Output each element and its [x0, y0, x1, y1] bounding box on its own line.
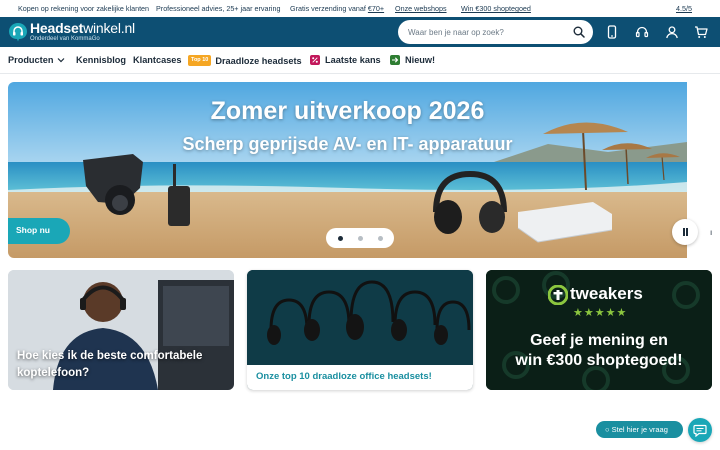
- top10-badge: Top 10: [188, 55, 212, 66]
- headsets-lineup-image: [247, 270, 473, 365]
- carousel-pause-button[interactable]: [672, 219, 698, 245]
- carousel-dot-2[interactable]: [358, 236, 363, 241]
- search-bar: [398, 20, 593, 44]
- chat-prompt-pill[interactable]: ○ Stel hier je vraag: [596, 421, 683, 438]
- search-icon[interactable]: [573, 26, 585, 38]
- main-nav: Producten Kennisblog Klantcases Top 10 D…: [0, 47, 720, 74]
- site-logo[interactable]: Headsetwinkel.nl Onderdeel van KommaGo: [8, 20, 138, 44]
- arrow-right-icon: [390, 55, 400, 65]
- tweakers-logo-icon: [548, 285, 568, 305]
- logo-subtitle: Onderdeel van KommaGo: [30, 36, 100, 42]
- tweakers-brand: tweakers: [570, 284, 643, 303]
- carousel-dot-1[interactable]: [338, 236, 343, 241]
- nav-wireless-headsets[interactable]: Top 10 Draadloze headsets: [188, 55, 302, 66]
- logo-name: Headsetwinkel.nl: [30, 20, 135, 36]
- topbar-contest-link[interactable]: Win €300 shoptegoed: [461, 4, 531, 13]
- card3-line1: Geef je mening en: [530, 332, 668, 349]
- carousel-dots: [326, 228, 394, 248]
- nav-products-label: Producten: [8, 55, 54, 65]
- topbar-shipping-text: Gratis verzending vanaf: [290, 4, 368, 13]
- logo-name-bold: Headset: [30, 20, 84, 36]
- carousel-next-hint[interactable]: ı: [710, 228, 712, 237]
- headset-icon[interactable]: [635, 25, 649, 39]
- chat-label: Stel hier je vraag: [611, 425, 668, 434]
- cart-icon[interactable]: [694, 25, 708, 39]
- topbar-webshops-link[interactable]: Onze webshops: [395, 4, 447, 13]
- card2-caption-bar: Onze top 10 draadloze office headsets!: [247, 365, 473, 390]
- card3-line2: win €300 shoptegoed!: [515, 352, 683, 369]
- card2-caption: Onze top 10 draadloze office headsets!: [256, 371, 432, 382]
- card1-title: Hoe kies ik de beste comfortabele koptel…: [17, 350, 203, 379]
- chat-button[interactable]: [688, 418, 712, 442]
- rating-stars: ★★★★★: [573, 307, 628, 319]
- nav-wireless-label: Draadloze headsets: [215, 55, 302, 66]
- shop-now-button[interactable]: Shop nu: [8, 218, 70, 244]
- nav-last-chance-label: Laatste kans: [325, 55, 381, 65]
- topbar-advice: Professioneel advies, 25+ jaar ervaring: [156, 4, 281, 13]
- hero-subtitle: Scherp geprijsde AV- en IT- apparatuur: [182, 134, 513, 154]
- nav-new-label: Nieuw!: [405, 55, 436, 65]
- top-info-bar: Kopen op rekening voor zakelijke klanten…: [0, 0, 720, 17]
- percent-icon: [310, 55, 320, 65]
- promo-card-top10-headsets[interactable]: Onze top 10 draadloze office headsets!: [247, 270, 473, 390]
- hero-banner[interactable]: Zomer uitverkoop 2026 Scherp geprijsde A…: [8, 82, 687, 258]
- chevron-down-icon: [58, 58, 65, 63]
- carousel-dot-3[interactable]: [378, 236, 383, 241]
- user-icon[interactable]: [665, 25, 679, 39]
- nav-new[interactable]: Nieuw!: [390, 55, 435, 65]
- topbar-shipping: Gratis verzending vanaf €70+: [290, 4, 384, 13]
- logo-mark-icon: [9, 23, 27, 42]
- hero-title: Zomer uitverkoop 2026: [210, 97, 485, 125]
- topbar-invoice: Kopen op rekening voor zakelijke klanten: [18, 4, 150, 13]
- search-input[interactable]: [408, 25, 568, 39]
- chat-bubble-icon: [693, 424, 707, 437]
- logo-name-light: winkel.nl: [83, 20, 135, 36]
- phone-icon[interactable]: [605, 25, 619, 39]
- promo-card-tweakers-survey[interactable]: tweakers ★★★★★ Geef je mening en win €30…: [486, 270, 712, 390]
- nav-knowledge-blog[interactable]: Kennisblog: [76, 55, 126, 65]
- topbar-rating-link[interactable]: 4.5/5: [676, 4, 692, 13]
- blog-card-headphone-guide[interactable]: Hoe kies ik de beste comfortabele koptel…: [8, 270, 234, 390]
- nav-last-chance[interactable]: Laatste kans: [310, 55, 381, 65]
- topbar-shipping-link[interactable]: €70+: [368, 4, 384, 13]
- site-header: Headsetwinkel.nl Onderdeel van KommaGo: [0, 17, 720, 47]
- nav-products[interactable]: Producten: [8, 55, 65, 65]
- nav-cases[interactable]: Klantcases: [133, 55, 182, 65]
